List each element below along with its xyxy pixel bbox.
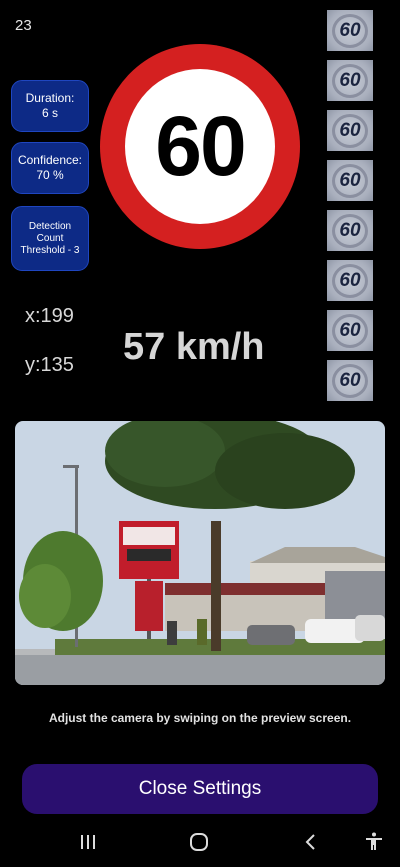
camera-hint: Adjust the camera by swiping on the prev… [48,711,352,725]
recent-apps-icon[interactable] [76,830,100,854]
detection-thumbnail: 60 [327,260,373,301]
detection-thumbnail: 60 [327,110,373,151]
camera-preview[interactable] [15,421,385,685]
current-speed: 57 km/h [123,326,265,368]
duration-setting-button[interactable]: Duration: 6 s [11,80,89,132]
detection-thumbnail: 60 [327,160,373,201]
detection-threshold-setting-button[interactable]: Detection Count Threshold - 3 [11,206,89,271]
home-icon[interactable] [187,830,211,854]
frame-counter: 23 [15,17,32,34]
threshold-line3: Threshold - 3 [20,244,80,256]
y-coordinate: y:135 [25,354,74,376]
x-coordinate: x:199 [25,305,74,327]
threshold-line1: Detection [28,220,72,232]
accessibility-icon[interactable] [362,830,386,854]
system-navigation-bar [0,818,400,867]
speed-limit-sign-face: 60 [125,69,275,224]
duration-value: 6 s [41,106,58,120]
back-icon[interactable] [299,830,323,854]
camera-preview-image [15,421,385,685]
detection-thumbnail: 60 [327,310,373,351]
confidence-value: 70 % [36,168,64,182]
detection-thumbnail: 60 [327,210,373,251]
detection-thumbnail: 60 [327,60,373,101]
duration-label: Duration: [25,91,75,105]
speed-limit-value: 60 [155,99,246,193]
confidence-label: Confidence: [17,153,83,167]
confidence-setting-button[interactable]: Confidence: 70 % [11,142,89,194]
close-settings-button[interactable]: Close Settings [22,764,378,814]
detection-thumbnail: 60 [327,360,373,401]
speed-limit-sign: 60 [100,44,300,249]
detection-thumbnail: 60 [327,10,373,51]
detection-thumbnails: 60 60 60 60 60 60 60 60 [327,10,373,410]
threshold-line2: Count [36,232,64,244]
